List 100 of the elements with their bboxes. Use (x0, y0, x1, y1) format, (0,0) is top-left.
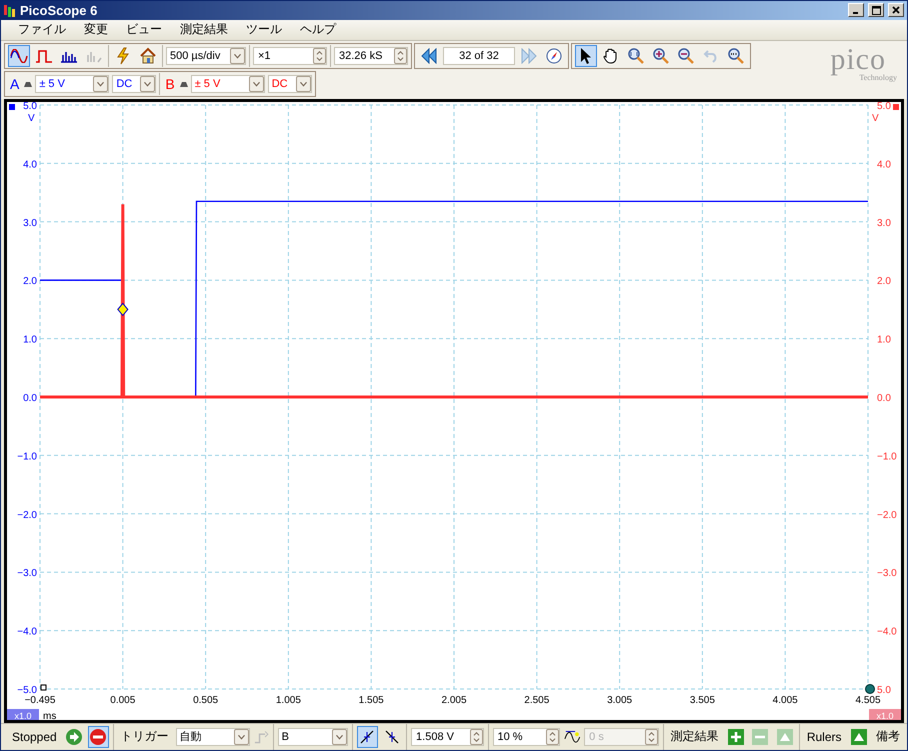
maximize-icon (872, 6, 880, 15)
minimize-button[interactable] (848, 3, 864, 18)
range-dropdown[interactable]: ± 5 V (190, 74, 265, 93)
probe-icon (180, 80, 188, 87)
zoom-badge: x1.0 (7, 708, 39, 720)
channel-label: B (164, 76, 176, 92)
caret-icon (296, 76, 311, 92)
threshold-field[interactable]: 1.508 V (411, 728, 484, 746)
coupling-dropdown[interactable]: DC (268, 74, 312, 93)
close-button[interactable] (888, 3, 904, 18)
axis-label: 4.505 (855, 694, 881, 706)
falling-edge-icon (384, 728, 400, 745)
app-icon (4, 3, 16, 18)
axis-label: 4.0 (877, 159, 891, 170)
axis-label: −4.0 (17, 626, 37, 638)
menu-item[interactable]: ファイル (9, 21, 75, 38)
lightning-icon (116, 46, 130, 65)
measurements-label: 測定結果 (669, 728, 720, 746)
spinner-icon (394, 48, 407, 64)
axis-label: −2.0 (877, 510, 897, 521)
menu-item[interactable]: ツール (237, 21, 291, 38)
axis-label: −3.0 (877, 568, 897, 580)
rising-edge-icon (359, 728, 376, 745)
multiplier-field[interactable]: ×1 (253, 46, 327, 65)
zoom-icon (627, 46, 645, 65)
rulers-label: Rulers (806, 730, 843, 744)
timebase-dropdown[interactable]: 500 µs/div (166, 46, 246, 65)
axis-label: 3.0 (877, 218, 891, 229)
trigger-source-dropdown[interactable]: B (278, 728, 348, 746)
unit-label: V (28, 112, 35, 124)
edge-button[interactable] (357, 726, 378, 748)
delay-wave-icon (564, 728, 580, 745)
status-label: Stopped (11, 730, 58, 744)
axis-label: −2.0 (17, 510, 37, 521)
axis-label: 4.0 (23, 159, 37, 170)
caret-icon (93, 76, 108, 92)
axis-label: 0.0 (877, 392, 891, 404)
fast-forward-icon (520, 48, 538, 64)
spinner-icon (644, 728, 658, 745)
go-icon (64, 728, 83, 746)
axis-label: 2.0 (877, 276, 891, 288)
axis-label: 5.0 (23, 102, 37, 112)
menu-item[interactable]: ヘルプ (291, 21, 345, 38)
trigger-mode-dropdown[interactable]: 自動 (176, 728, 250, 746)
samples-field[interactable]: 32.26 kS (334, 46, 408, 65)
caret-icon (234, 728, 249, 745)
channel-marker (9, 104, 15, 110)
channel-label: A (9, 76, 20, 92)
sine-wave-icon (10, 48, 28, 63)
axis-label: 3.0 (23, 218, 37, 229)
view-button[interactable] (8, 44, 30, 67)
range-dropdown[interactable]: ± 5 V (35, 74, 110, 93)
maximize-button[interactable] (868, 3, 884, 18)
tool-button[interactable] (575, 44, 597, 67)
rewind-icon (420, 48, 438, 64)
logo: pico Technology (829, 42, 898, 84)
axis-label: 0.0 (23, 392, 37, 404)
square-wave-icon (35, 48, 53, 63)
caret-icon (248, 76, 264, 92)
pretrigger-field[interactable]: 10 % (492, 728, 560, 746)
spinner-icon (546, 728, 558, 745)
axis-label: 1.0 (877, 334, 891, 346)
axis-label: 1.505 (358, 694, 384, 706)
ruler-handle[interactable] (40, 684, 46, 690)
axis-label: 2.505 (524, 694, 550, 706)
menu-item[interactable]: 測定結果 (171, 21, 237, 38)
axis-label: −3.0 (17, 568, 37, 580)
axis-label: 3.505 (690, 694, 715, 706)
axis-label: −0.495 (24, 694, 56, 706)
house-icon (139, 46, 157, 65)
zoom-out-icon (677, 46, 695, 65)
stop-button[interactable] (88, 726, 109, 748)
compass-icon (546, 48, 562, 64)
menu-item[interactable]: ビュー (117, 21, 171, 38)
spinner-icon (313, 48, 326, 64)
unit-label: ms (43, 710, 56, 720)
close-icon (892, 6, 900, 14)
buffer-field[interactable]: 32 of 32 (443, 46, 515, 65)
ruler-handle[interactable] (865, 684, 875, 694)
axis-label: 0.505 (193, 694, 218, 706)
trigger-step-icon (254, 728, 269, 745)
axis-label: 4.005 (772, 694, 798, 706)
axis-label: 2.005 (441, 694, 467, 706)
zoom-badge: x1.0 (869, 708, 901, 720)
axis-label: 2.0 (23, 276, 37, 288)
stop-icon (89, 728, 108, 746)
pointer-icon (579, 46, 593, 65)
caret-icon (140, 76, 156, 92)
probe-icon (24, 80, 32, 87)
channel-marker (893, 104, 899, 110)
axis-label: −1.0 (877, 451, 897, 462)
minus-icon (752, 728, 768, 745)
spinner-icon (470, 728, 483, 745)
undo-icon (703, 48, 719, 64)
axis-label: −5.0 (17, 684, 37, 696)
caret-icon (332, 728, 348, 745)
menu-item[interactable]: 変更 (75, 21, 117, 38)
window-title: PicoScope 6 (20, 2, 98, 18)
coupling-dropdown[interactable]: DC (112, 74, 156, 93)
trigger-marker[interactable] (117, 302, 128, 316)
